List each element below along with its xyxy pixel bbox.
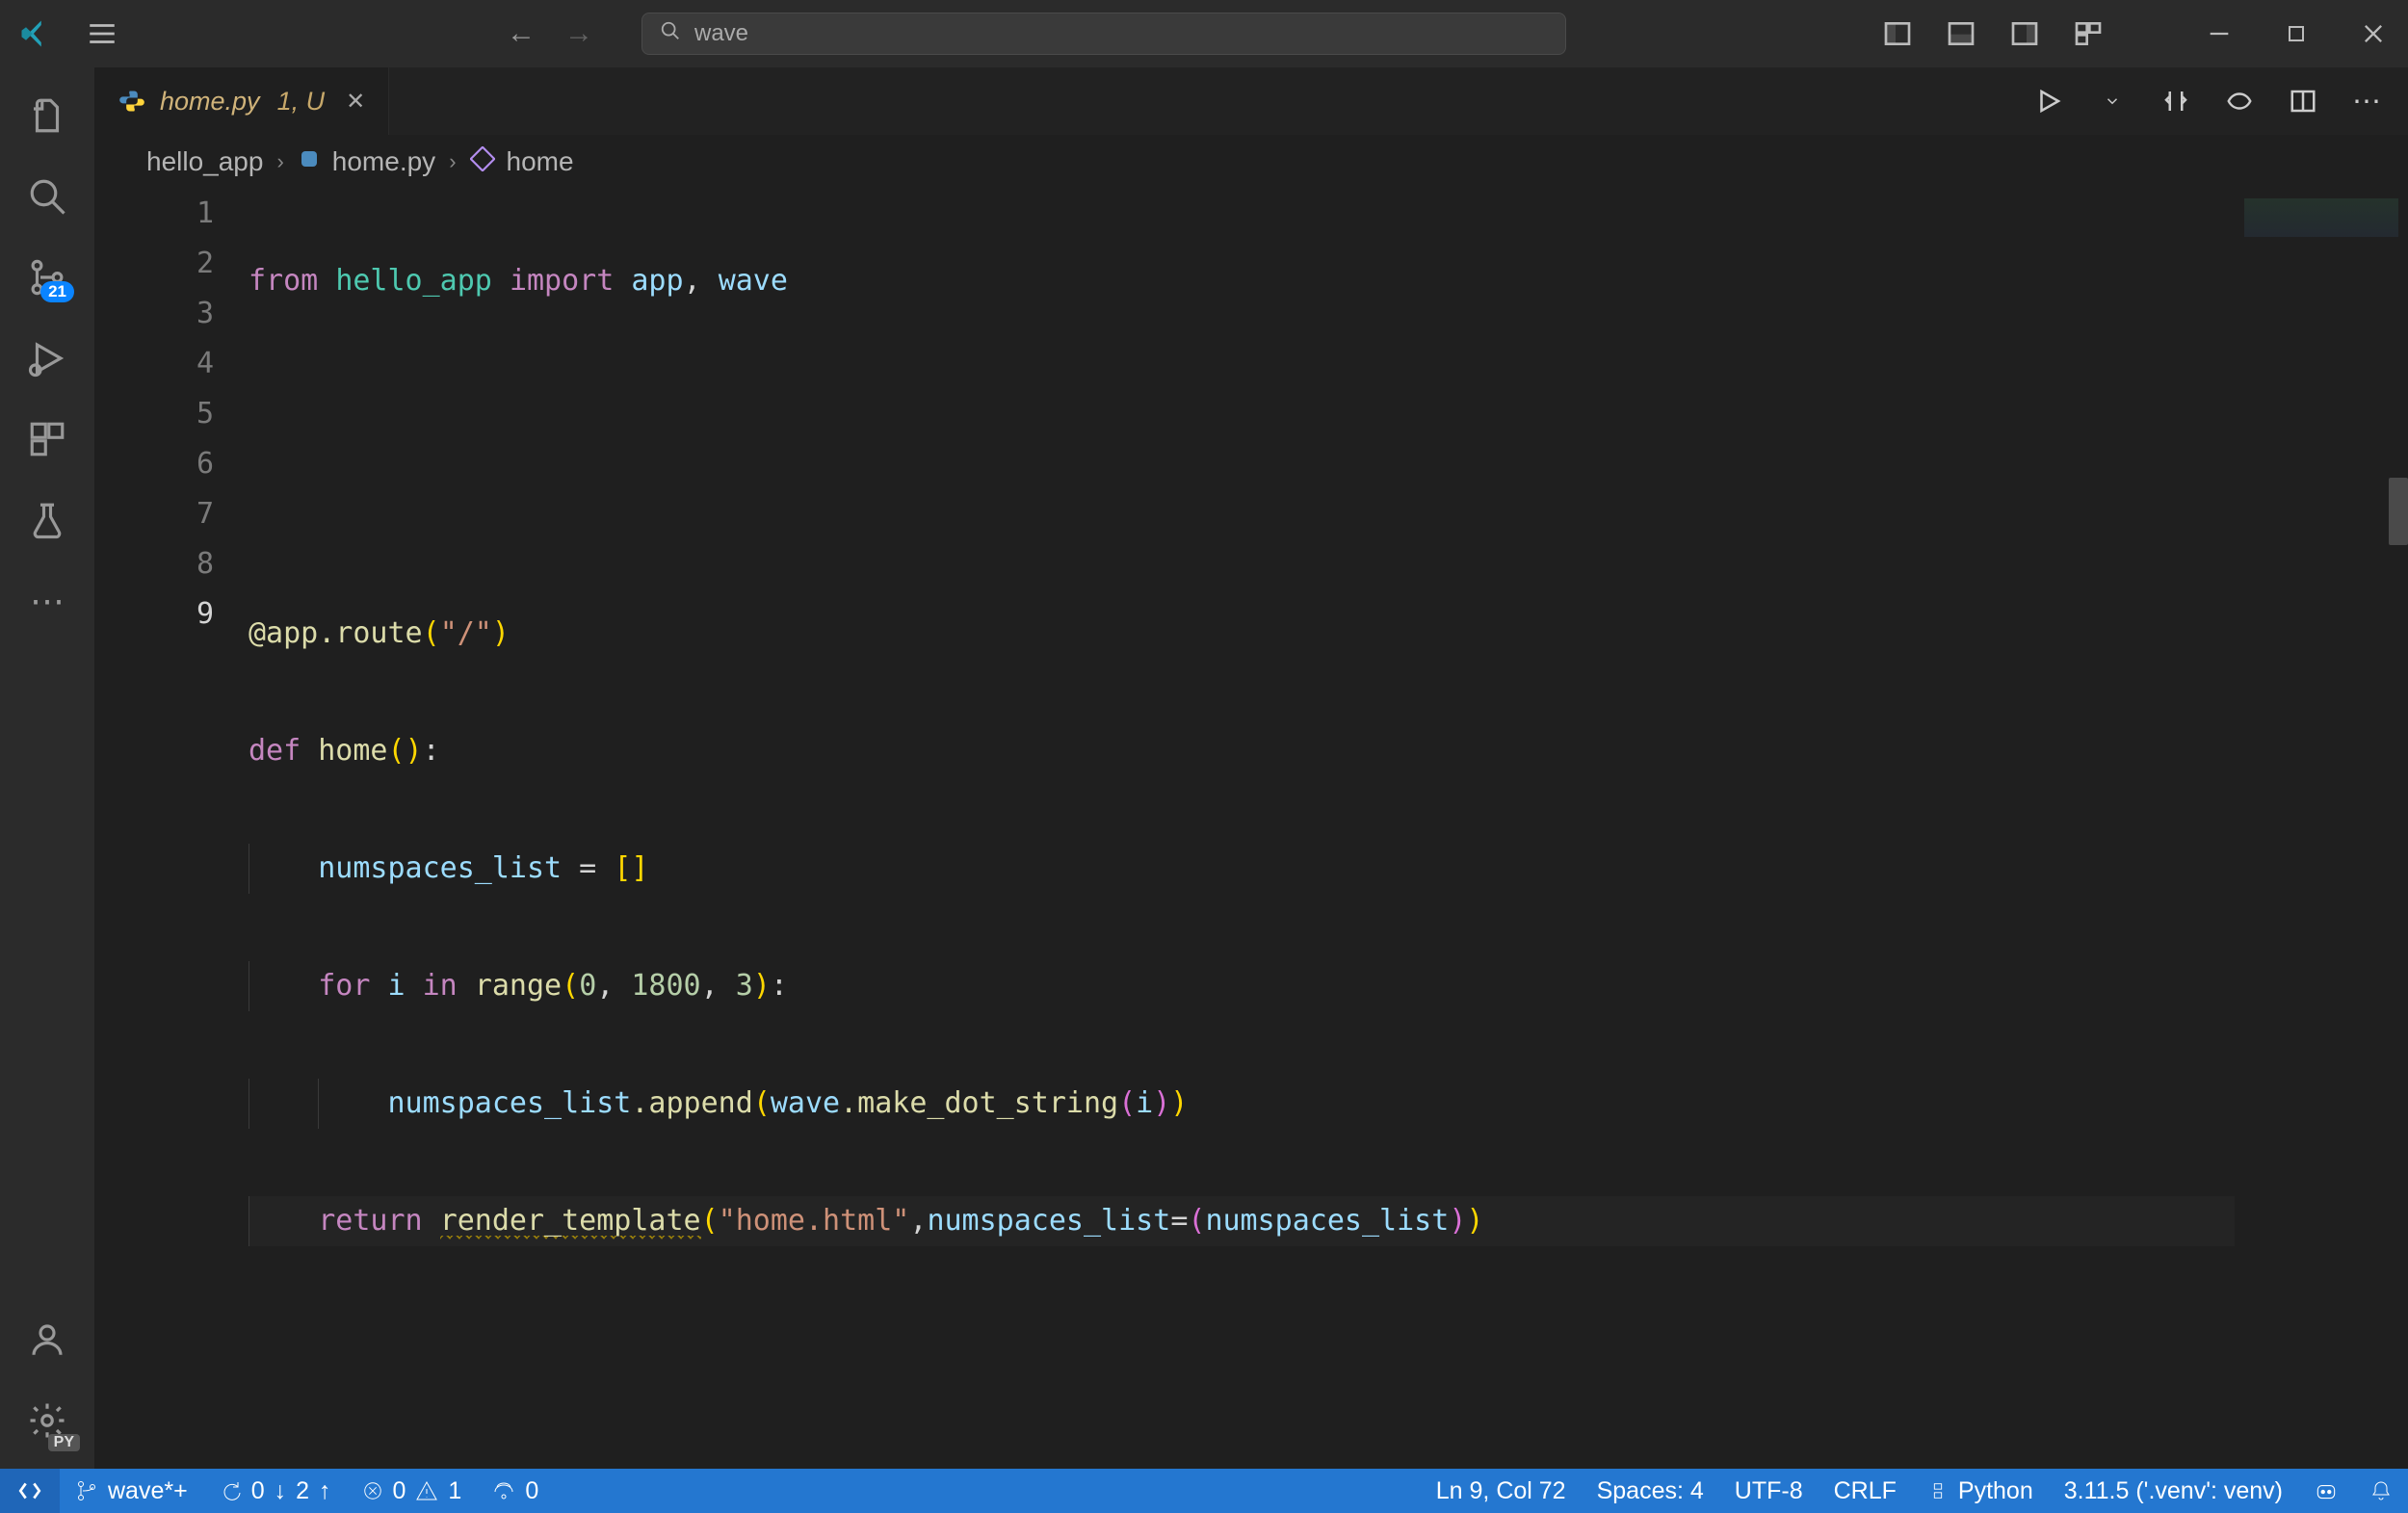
split-editor-icon[interactable] <box>2285 83 2321 119</box>
line-number-gutter: 1 2 3 4 5 6 7 8 9 <box>94 189 249 1469</box>
problems-status[interactable]: 0 1 <box>347 1477 478 1505</box>
code-line <box>249 491 2235 541</box>
maximize-icon[interactable] <box>2277 14 2316 53</box>
scrollbar-thumb[interactable] <box>2389 478 2408 545</box>
python-interpreter-status[interactable]: 3.11.5 ('.venv': venv) <box>2049 1477 2298 1505</box>
code-line: @app.route("/") <box>249 609 2235 659</box>
settings-ext-badge: PY <box>48 1434 80 1451</box>
breadcrumb-file[interactable]: home.py <box>298 146 435 177</box>
tab-bar: home.py 1, U ✕ ⋯ <box>94 67 2408 135</box>
eol-status[interactable]: CRLF <box>1819 1477 1912 1505</box>
tab-modifiers: 1, U <box>277 87 326 117</box>
extensions-icon[interactable] <box>18 410 76 468</box>
status-bar: wave*+ 0↓ 2↑ 0 1 0 Ln 9, Col 72 Spaces: … <box>0 1469 2408 1513</box>
minimap[interactable] <box>2235 189 2408 1469</box>
code-content[interactable]: from hello_app import app, wave @app.rou… <box>249 189 2235 1469</box>
vscode-logo-icon <box>15 14 54 53</box>
source-control-icon[interactable]: 21 <box>18 248 76 306</box>
editor-tab[interactable]: home.py 1, U ✕ <box>94 67 389 135</box>
tab-close-icon[interactable]: ✕ <box>346 88 365 116</box>
breadcrumb-folder[interactable]: hello_app <box>146 146 263 177</box>
notifications-icon[interactable] <box>2354 1479 2408 1502</box>
code-line <box>249 374 2235 424</box>
symbol-function-icon <box>470 146 495 178</box>
editor-area[interactable]: 1 2 3 4 5 6 7 8 9 from hello_app import … <box>94 189 2408 1469</box>
minimize-icon[interactable] <box>2200 14 2238 53</box>
testing-icon[interactable] <box>18 491 76 549</box>
run-dropdown-icon[interactable] <box>2094 83 2131 119</box>
code-line: numspaces_list.append(wave.make_dot_stri… <box>249 1079 2235 1129</box>
indentation-status[interactable]: Spaces: 4 <box>1582 1477 1719 1505</box>
additional-views-icon[interactable]: ⋯ <box>18 572 76 630</box>
chevron-right-icon: › <box>449 149 456 174</box>
search-placeholder: wave <box>694 20 748 47</box>
copilot-status-icon[interactable] <box>2298 1478 2354 1503</box>
python-file-icon <box>298 146 321 177</box>
git-branch-status[interactable]: wave*+ <box>60 1477 203 1505</box>
title-bar: ← → wave <box>0 0 2408 67</box>
command-center-search[interactable]: wave <box>641 13 1566 55</box>
cursor-position-status[interactable]: Ln 9, Col 72 <box>1421 1477 1582 1505</box>
breadcrumb-bar[interactable]: hello_app › home.py › home <box>94 135 2408 189</box>
sync-status[interactable]: 0↓ 2↑ <box>203 1477 347 1505</box>
encoding-status[interactable]: UTF-8 <box>1719 1477 1819 1505</box>
activity-search-icon[interactable] <box>18 168 76 225</box>
menu-icon[interactable] <box>83 14 121 53</box>
open-changes-icon[interactable] <box>2221 83 2258 119</box>
python-file-icon <box>118 87 146 116</box>
language-mode-status[interactable]: Python <box>1912 1477 2049 1505</box>
tab-filename: home.py <box>160 87 260 117</box>
code-line: numspaces_list = [] <box>249 844 2235 894</box>
code-line: def home(): <box>249 726 2235 776</box>
explorer-icon[interactable] <box>18 87 76 144</box>
code-line: from hello_app import app, wave <box>249 256 2235 306</box>
breadcrumb-symbol[interactable]: home <box>470 146 574 178</box>
code-line: return render_template("home.html",numsp… <box>249 1196 2235 1246</box>
compare-changes-icon[interactable] <box>2158 83 2194 119</box>
run-debug-icon[interactable] <box>18 329 76 387</box>
search-icon <box>660 20 681 47</box>
toggle-secondary-sidebar-icon[interactable] <box>2005 14 2044 53</box>
activity-bar: 21 ⋯ PY <box>0 67 94 1469</box>
customize-layout-icon[interactable] <box>2069 14 2107 53</box>
remote-indicator-icon[interactable] <box>0 1469 60 1513</box>
run-file-icon[interactable] <box>2030 83 2067 119</box>
toggle-panel-icon[interactable] <box>1942 14 1980 53</box>
code-line: for i in range(0, 1800, 3): <box>249 961 2235 1011</box>
nav-forward-icon[interactable]: → <box>564 17 593 50</box>
scm-badge: 21 <box>40 281 74 302</box>
settings-gear-icon[interactable]: PY <box>18 1392 76 1449</box>
ports-status[interactable]: 0 <box>477 1477 554 1505</box>
more-actions-icon[interactable]: ⋯ <box>2348 83 2385 119</box>
nav-back-icon[interactable]: ← <box>507 17 536 50</box>
accounts-icon[interactable] <box>18 1311 76 1369</box>
toggle-primary-sidebar-icon[interactable] <box>1878 14 1917 53</box>
nav-arrows: ← → <box>507 17 593 50</box>
close-window-icon[interactable] <box>2354 14 2393 53</box>
chevron-right-icon: › <box>276 149 283 174</box>
